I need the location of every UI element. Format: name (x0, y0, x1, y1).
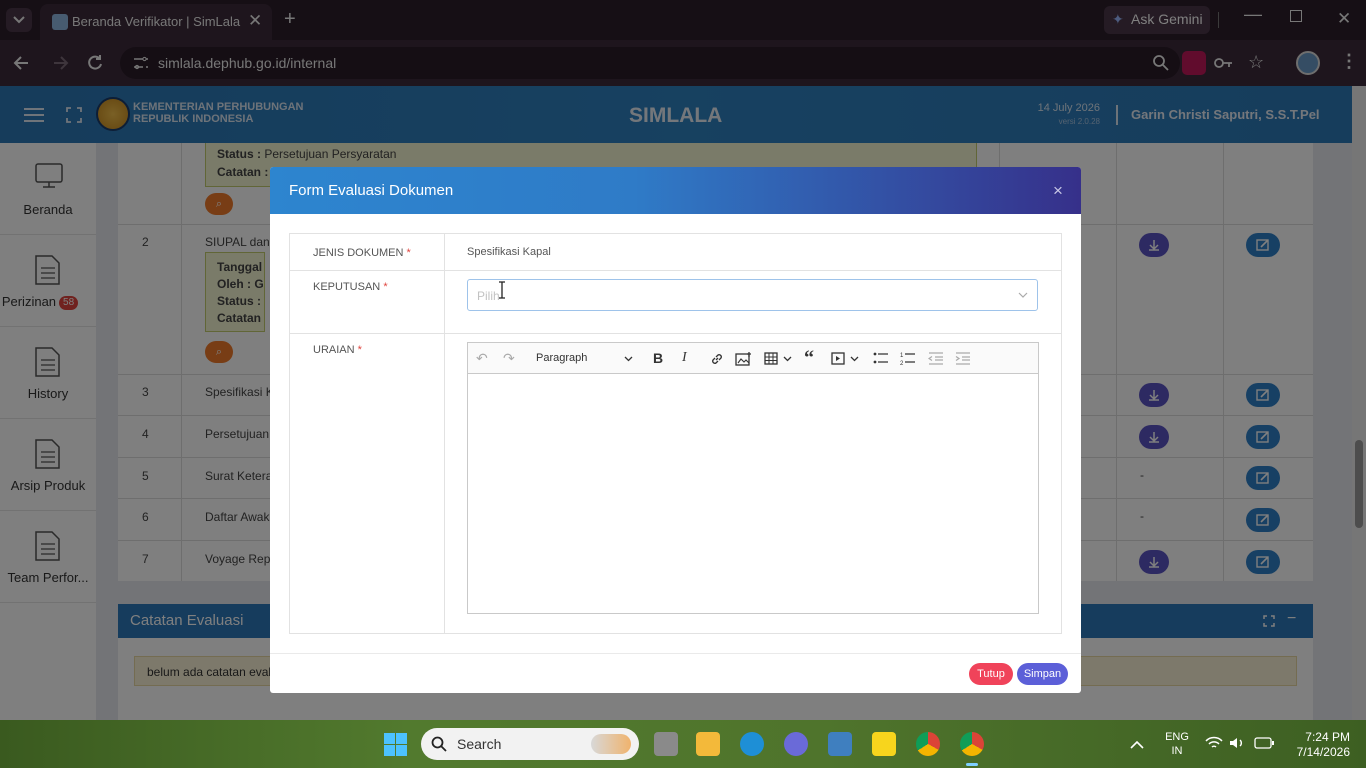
task-view-icon[interactable] (654, 732, 678, 756)
chevron-down-icon (624, 356, 633, 362)
form-table: JENIS DOKUMEN * Spesifikasi Kapal KEPUTU… (289, 233, 1062, 634)
battery-icon[interactable] (1254, 737, 1274, 749)
chrome-icon[interactable] (916, 732, 940, 756)
active-app-indicator (966, 763, 978, 766)
bulleted-list-icon[interactable] (873, 352, 888, 365)
modal-close-icon[interactable]: × (1053, 181, 1063, 201)
simpan-button[interactable]: Simpan (1017, 663, 1068, 685)
uraian-label: URAIAN * (313, 344, 362, 356)
app-icon[interactable] (784, 732, 808, 756)
taskbar-search-label: Search (457, 736, 502, 752)
jenis-dokumen-label: JENIS DOKUMEN * (313, 247, 411, 259)
undo-icon[interactable]: ↶ (476, 350, 488, 367)
volume-icon[interactable] (1229, 736, 1245, 750)
italic-icon[interactable]: I (682, 350, 687, 366)
chevron-up-icon[interactable] (1130, 740, 1144, 749)
camera-app-icon[interactable] (828, 732, 852, 756)
windows-start-icon[interactable] (384, 733, 407, 756)
insert-image-icon[interactable] (735, 351, 753, 366)
clock-date: 7/14/2026 (1296, 745, 1350, 759)
editor-content-area[interactable] (468, 374, 1038, 613)
rich-text-editor: ↶ ↷ Paragraph B I “ 12 (467, 342, 1039, 614)
text-cursor-icon (499, 281, 505, 299)
sticky-notes-icon[interactable] (872, 732, 896, 756)
edge-icon[interactable] (740, 732, 764, 756)
svg-text:2: 2 (900, 361, 904, 366)
form-row-divider (290, 270, 1061, 271)
chevron-down-icon[interactable] (850, 356, 859, 362)
evaluation-form-modal: Form Evaluasi Dokumen × JENIS DOKUMEN * … (270, 167, 1081, 693)
table-icon[interactable] (764, 352, 778, 365)
keputusan-label: KEPUTUSAN * (313, 281, 388, 293)
modal-footer-divider (270, 653, 1081, 654)
jenis-dokumen-value: Spesifikasi Kapal (467, 246, 551, 258)
tutup-button[interactable]: Tutup (969, 663, 1013, 685)
wifi-icon[interactable] (1205, 736, 1223, 750)
modal-title: Form Evaluasi Dokumen (289, 182, 454, 199)
language-line1: ENG (1165, 731, 1189, 743)
file-explorer-icon[interactable] (696, 732, 720, 756)
link-icon[interactable] (710, 352, 724, 366)
numbered-list-icon[interactable]: 12 (900, 351, 915, 366)
blockquote-icon[interactable]: “ (804, 347, 814, 370)
language-indicator[interactable]: ENG IN (1162, 730, 1192, 758)
chrome-active-icon[interactable] (960, 732, 984, 756)
paragraph-format-label: Paragraph (536, 352, 588, 364)
search-icon (431, 736, 447, 752)
clock-time: 7:24 PM (1305, 730, 1350, 744)
chevron-down-icon[interactable] (783, 356, 792, 362)
system-clock[interactable]: 7:24 PM 7/14/2026 (1286, 730, 1350, 760)
bold-icon[interactable]: B (653, 350, 663, 366)
form-col-divider (444, 234, 445, 633)
redo-icon[interactable]: ↷ (503, 350, 515, 367)
outdent-icon[interactable] (928, 352, 943, 365)
chevron-down-icon (1018, 292, 1028, 298)
modal-header: Form Evaluasi Dokumen × (270, 167, 1081, 214)
search-highlight-icon (591, 734, 631, 754)
svg-text:1: 1 (900, 353, 904, 359)
form-row-divider (290, 333, 1061, 334)
editor-toolbar: ↶ ↷ Paragraph B I “ 12 (468, 343, 1038, 374)
taskbar-search-box[interactable]: Search (421, 728, 639, 760)
paragraph-format-dropdown[interactable]: Paragraph (530, 343, 640, 373)
keputusan-select[interactable]: Pilih (467, 279, 1038, 311)
indent-icon[interactable] (955, 352, 970, 365)
language-line2: IN (1171, 745, 1183, 757)
media-embed-icon[interactable] (831, 352, 845, 365)
